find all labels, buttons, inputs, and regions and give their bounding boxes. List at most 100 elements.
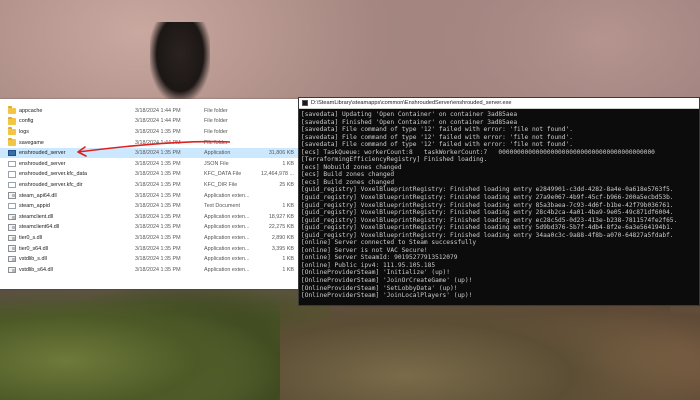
folder-icon — [8, 116, 16, 125]
file-name: vstdlib_s.dll — [19, 256, 47, 263]
file-row[interactable]: enshrouded_server.kfc_dir 3/18/2024 1:35 … — [0, 180, 300, 191]
console-title: D:\SteamLibrary\steamapps\common\Enshrou… — [311, 100, 512, 106]
file-row[interactable]: vstdlib_s.dll 3/18/2024 1:35 PM Applicatio… — [0, 254, 300, 265]
dll-icon — [8, 224, 16, 231]
file-type: Application exten... — [204, 224, 250, 231]
file-name: steamclient64.dll — [19, 224, 60, 231]
console-line: [guid_registry] VoxelBlueprintRegistry: … — [301, 216, 678, 224]
file-type: File folder — [204, 128, 228, 135]
folder-icon — [8, 106, 16, 114]
file-size: 1 KB — [282, 256, 294, 263]
terminal-icon — [302, 100, 308, 106]
console-line: [online] Server SteamId: 901952779135120… — [301, 254, 458, 262]
file-date: 3/18/2024 1:35 PM — [135, 266, 181, 273]
file-date: 3/18/2024 1:35 PM — [135, 256, 181, 263]
file-name: config — [19, 118, 34, 125]
file-name: enshrouded_server.kfc_dir — [19, 181, 83, 188]
file-size: 18,927 KB — [268, 213, 294, 220]
console-line: [savedata] File command of type '12' fai… — [301, 133, 573, 141]
folder-icon — [8, 127, 16, 136]
file-type: Application exten... — [204, 266, 250, 273]
file-type: File folder — [204, 107, 228, 114]
file-type: KFC_DATA File — [204, 171, 242, 178]
file-row[interactable]: steam_api64.dll 3/18/2024 1:35 PM Applicat… — [0, 190, 300, 201]
folder-icon — [8, 137, 16, 146]
console-line: [guid_registry] VoxelBlueprintRegistry: … — [301, 194, 674, 202]
file-row[interactable]: tier0_s64.dll 3/18/2024 1:35 PM Applicatio… — [0, 243, 300, 254]
file-type: Application exten... — [204, 245, 250, 252]
file-name: enshrouded_server — [19, 160, 66, 167]
console-line: [online] Server connected to Steam succe… — [301, 239, 477, 247]
file-date: 3/18/2024 1:35 PM — [135, 128, 181, 135]
file-row[interactable]: logs 3/18/2024 1:35 PM File folder — [0, 127, 300, 138]
console-line: [ecs] Nobuild zones changed — [301, 163, 402, 171]
console-line: [OnlineProviderSteam] 'JoinOrCreateGame'… — [301, 277, 473, 285]
console-line: [online] Public ipv4: 111.95.105.185 — [301, 261, 436, 269]
file-row[interactable]: steamclient.dll 3/18/2024 1:35 PM Applicat… — [0, 212, 300, 223]
file-date: 3/18/2024 1:35 PM — [135, 234, 181, 241]
file-type: Application exten... — [204, 256, 250, 263]
file-name: appcache — [19, 107, 43, 114]
file-date: 3/18/2024 1:44 PM — [135, 118, 181, 125]
console-line: [OnlineProviderSteam] 'JoinLocalPlayers'… — [301, 292, 473, 300]
file-name: logs — [19, 128, 29, 135]
file-size: 1 KB — [282, 266, 294, 273]
document-icon — [8, 160, 16, 167]
dll-icon — [8, 213, 16, 220]
file-type: Text Document — [204, 203, 240, 210]
console-line: [savedata] File command of type '12' fai… — [301, 126, 573, 134]
file-date: 3/18/2024 1:35 PM — [135, 213, 181, 220]
file-name: tier0_s.dll — [19, 234, 43, 241]
file-name: steamclient.dll — [19, 213, 54, 220]
file-date: 3/18/2024 1:35 PM — [135, 203, 181, 210]
file-type: Application exten... — [204, 192, 250, 199]
file-row[interactable]: appcache 3/18/2024 1:44 PM File folder — [0, 106, 300, 117]
console-line: [OnlineProviderSteam] 'SetLobbyData' (up… — [301, 284, 458, 292]
console-line: [savedata] Finished 'Open Container' on … — [301, 118, 518, 126]
console-line: [TerraformingEfficiencyRegistry] Finishe… — [301, 156, 488, 164]
file-size: 1 KB — [282, 203, 294, 210]
file-name: savegame — [19, 139, 44, 146]
file-size: 31,806 KB — [268, 150, 294, 157]
red-arrow-annotation — [77, 140, 231, 157]
file-row[interactable]: vstdlib_s64.dll 3/18/2024 1:35 PM Applicat… — [0, 265, 300, 276]
file-explorer-list: appcache 3/18/2024 1:44 PM File folder conf… — [0, 99, 300, 289]
file-type: Application exten... — [204, 234, 250, 241]
console-line: [online] Server is not VAC Secure! — [301, 246, 428, 254]
file-size: 1 KB — [282, 160, 294, 167]
dll-icon — [8, 245, 16, 252]
file-type: KFC_DIR File — [204, 181, 238, 188]
document-icon — [8, 171, 16, 178]
file-row[interactable]: steamclient64.dll 3/18/2024 1:35 PM Applic… — [0, 222, 300, 233]
console-titlebar[interactable]: D:\SteamLibrary\steamapps\common\Enshrou… — [299, 98, 699, 109]
file-size: 2,890 KB — [271, 234, 294, 241]
file-size: 22,275 KB — [268, 224, 294, 231]
console-line: [ecs] TaskQueue: workerCount:8 taskWorke… — [301, 148, 655, 156]
dll-icon — [8, 234, 16, 242]
file-type: Application exten... — [204, 213, 250, 220]
server-console-window: D:\SteamLibrary\steamapps\common\Enshrou… — [298, 97, 700, 306]
document-icon — [8, 181, 16, 189]
file-name: enshrouded_server.kfc_data — [19, 171, 88, 178]
console-line: [guid_registry] VoxelBlueprintRegistry: … — [301, 186, 674, 194]
console-line: [guid_registry] VoxelBlueprintRegistry: … — [301, 224, 674, 232]
file-row[interactable]: steam_appid 3/18/2024 1:35 PM Text Documen… — [0, 201, 300, 212]
player-character — [150, 22, 210, 102]
file-date: 3/18/2024 1:44 PM — [135, 107, 181, 114]
file-size: 3,395 KB — [271, 245, 294, 252]
file-date: 3/18/2024 1:35 PM — [135, 245, 181, 252]
file-name: steam_api64.dll — [19, 192, 57, 199]
file-size: 25 KB — [279, 181, 294, 188]
file-name: vstdlib_s64.dll — [19, 266, 53, 273]
console-line: [ecs] Build zones changed — [301, 171, 395, 179]
console-output[interactable]: [savedata] Updating 'Open Container' on … — [299, 109, 699, 306]
file-type: File folder — [204, 118, 228, 125]
file-name: steam_appid — [19, 203, 50, 210]
console-line: [guid_registry] VoxelBlueprintRegistry: … — [301, 209, 674, 217]
file-row[interactable]: tier0_s.dll 3/18/2024 1:35 PM Application … — [0, 233, 300, 244]
file-row[interactable]: enshrouded_server.kfc_data 3/18/2024 1:35… — [0, 169, 300, 180]
console-line: [savedata] File command of type '12' fai… — [301, 141, 573, 149]
file-row[interactable]: config 3/18/2024 1:44 PM File folder — [0, 116, 300, 127]
dll-icon — [8, 266, 16, 273]
file-size: 12,464,978 ... — [261, 171, 294, 178]
